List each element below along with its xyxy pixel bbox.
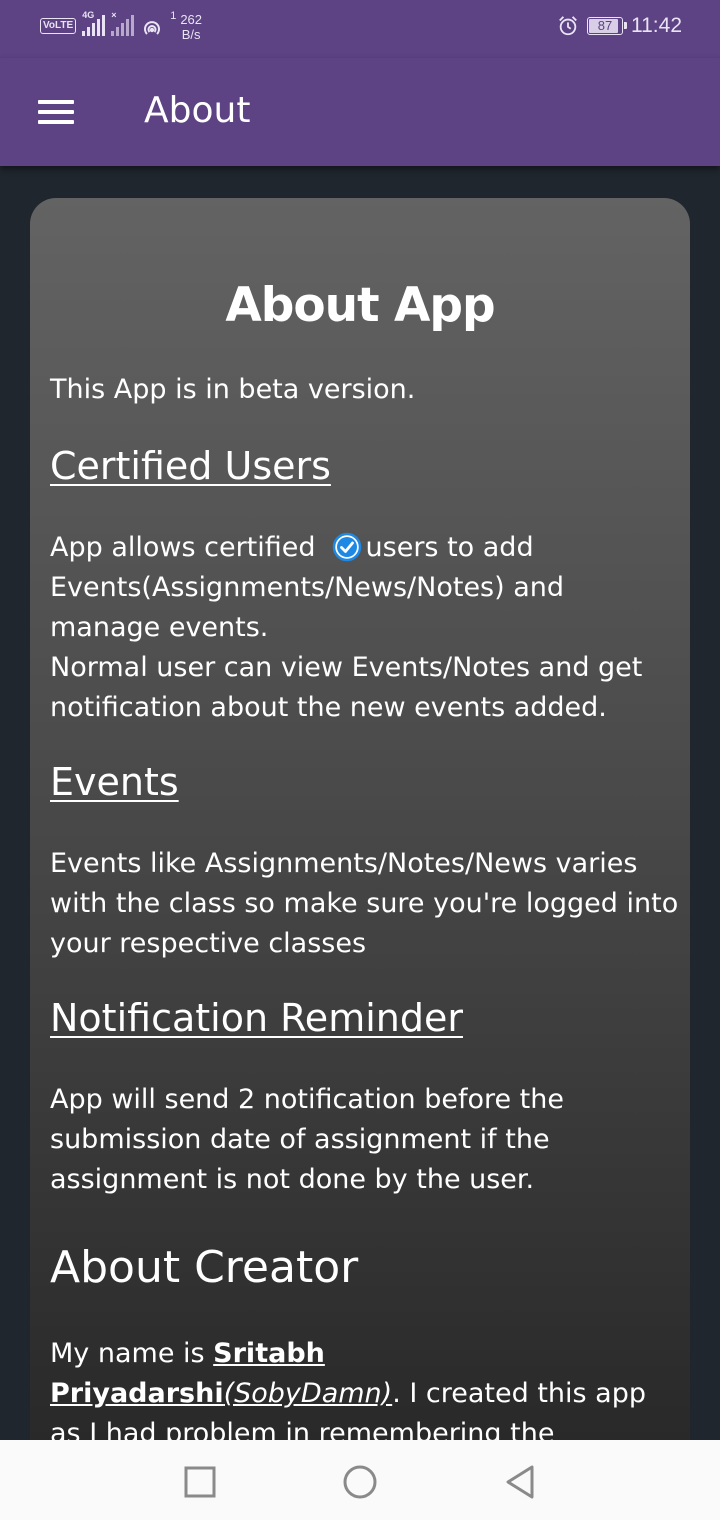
hotspot-count: 1 xyxy=(170,10,177,22)
network-speed-unit: B/s xyxy=(181,27,201,42)
clock: 11:42 xyxy=(631,14,682,37)
normal-user-body: Normal user can view Events/Notes and ge… xyxy=(50,652,643,723)
status-left: VoLTE 4G × 1 262 B/s xyxy=(40,10,202,42)
app-bar: About xyxy=(0,58,720,166)
volte-badge: VoLTE xyxy=(40,18,77,34)
events-heading: Events xyxy=(50,760,179,804)
about-card: About App This App is in beta version. C… xyxy=(30,198,690,1498)
notification-reminder-heading: Notification Reminder xyxy=(50,996,463,1040)
page-title: About xyxy=(144,90,251,131)
battery-icon: 87 xyxy=(587,17,627,35)
creator-alias-link[interactable]: (SobyDamn) xyxy=(224,1378,393,1409)
battery-level: 87 xyxy=(597,18,613,33)
network-type-label: 4G xyxy=(82,10,95,20)
network-speed: 262 B/s xyxy=(180,12,202,42)
back-triangle-icon[interactable] xyxy=(500,1462,540,1502)
verified-check-icon xyxy=(332,532,361,562)
status-bar: VoLTE 4G × 1 262 B/s 87 11:42 xyxy=(0,0,720,58)
network-speed-value: 262 xyxy=(180,12,203,27)
home-circle-icon[interactable] xyxy=(340,1462,380,1502)
certified-users-body: App allows certified users to add Events(… xyxy=(50,532,565,643)
system-nav-bar xyxy=(0,1440,720,1520)
signal-off-icon: × xyxy=(111,10,135,36)
events-body: Events like Assignments/Notes/News varie… xyxy=(50,848,679,959)
about-creator-heading: About Creator xyxy=(50,1242,359,1293)
certified-users-heading: Certified Users xyxy=(50,444,331,488)
recents-square-icon[interactable] xyxy=(180,1462,220,1502)
about-app-title: About App xyxy=(225,278,495,333)
hotspot-icon xyxy=(144,21,161,35)
signal-icon: 4G xyxy=(82,10,106,36)
beta-notice: This App is in beta version. xyxy=(50,374,416,405)
hamburger-menu-icon[interactable] xyxy=(28,88,84,136)
notification-reminder-body: App will send 2 notification before the … xyxy=(50,1084,564,1195)
status-right: 87 11:42 xyxy=(557,14,682,38)
alarm-icon xyxy=(559,16,577,36)
